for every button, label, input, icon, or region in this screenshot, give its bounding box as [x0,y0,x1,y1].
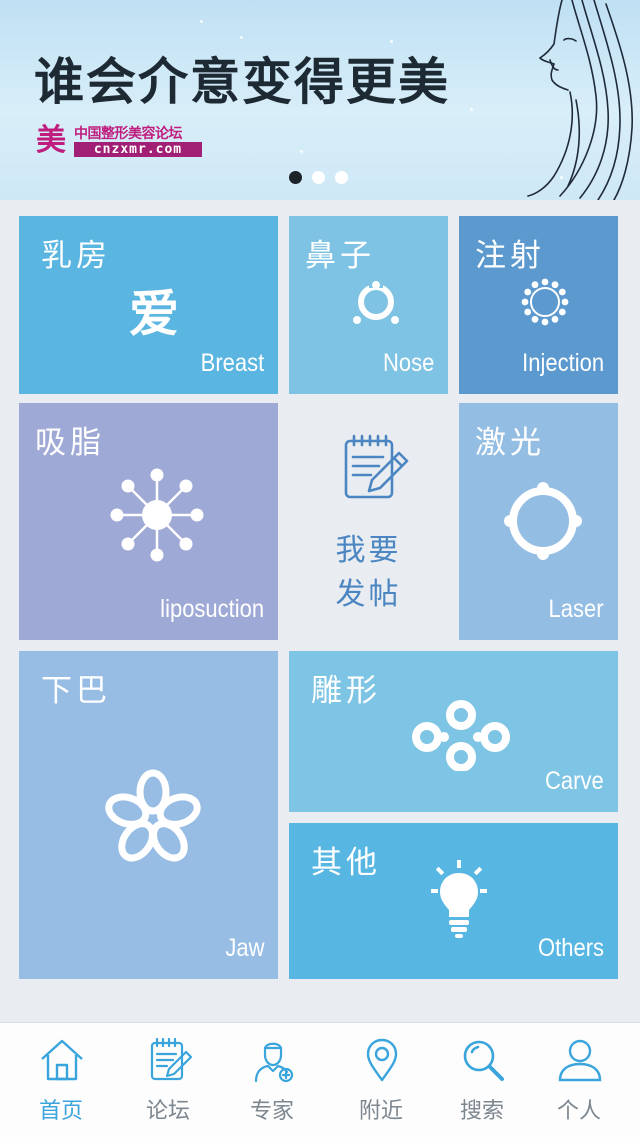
location-icon [366,1038,398,1082]
tile-chinese-label: 雕形 [311,673,381,709]
tab-label: 首页 [38,1099,83,1124]
edit-note-icon [344,434,409,499]
tile-chinese-label: 其他 [311,845,381,881]
logo-mark: 美 [36,123,66,158]
tab-nearby[interactable]: 附近 [331,1023,431,1137]
tile-english-label: Laser [548,595,604,623]
tab-label: 论坛 [145,1099,190,1124]
tile-english-label: Injection [522,349,604,377]
tab-label: 搜索 [459,1099,504,1124]
post-label-line2: 发帖 [335,577,402,612]
carousel-indicator [289,171,348,184]
tile-chinese-label: 乳房 [41,238,111,274]
tile-chinese-label: 鼻子 [305,238,375,274]
new-post-button[interactable]: 我要 发帖 [289,403,448,640]
tab-label: 附近 [358,1099,403,1124]
sparkle [240,36,243,39]
tab-profile[interactable]: 个人 [529,1023,629,1137]
tile-english-label: Carve [545,767,604,795]
tab-search[interactable]: 搜索 [432,1023,532,1137]
search-icon [463,1040,504,1081]
tab-expert[interactable]: 专家 [222,1023,322,1137]
sparkle [200,20,203,23]
tile-chinese-label: 吸脂 [35,425,105,461]
laser-target-icon [504,482,582,560]
forum-note-icon [150,1037,192,1081]
category-tile-breast[interactable]: 乳房 爱 Breast [19,216,278,394]
tile-chinese-label: 激光 [475,425,545,461]
carve-knot-icon [412,700,510,771]
tile-english-label: Others [537,934,604,962]
liposuction-icon [110,468,204,562]
tab-home[interactable]: 首页 [11,1023,111,1137]
tile-english-label: Breast [200,349,264,377]
category-tile-injection[interactable]: 注射 Injection [459,216,618,394]
banner-carousel[interactable]: 谁会介意变得更美 美 中国整形美容论坛 cnzxmr.com [0,0,640,200]
category-tile-jaw[interactable]: 下巴 Jaw [19,651,278,979]
banner-title: 谁会介意变得更美 [34,52,450,111]
nose-icon [353,278,399,324]
love-glyph-icon: 爱 [129,284,179,343]
tile-chinese-label: 注射 [475,238,545,274]
sparkle [300,150,303,153]
tab-label: 个人 [556,1099,601,1124]
woman-profile-illustration [527,0,633,200]
flower-knot-icon [105,769,201,862]
category-tile-laser[interactable]: 激光 Laser [459,403,618,640]
home-icon [41,1039,83,1081]
tile-english-label: Nose [382,349,434,377]
bottom-tab-bar: 首页 论坛 专家 附近 搜索 个人 [0,1022,640,1137]
forum-logo: 美 中国整形美容论坛 cnzxmr.com [36,124,206,158]
tile-chinese-label: 下巴 [41,673,111,709]
logo-domain: cnzxmr.com [74,142,202,157]
logo-chinese-name: 中国整形美容论坛 [74,126,183,142]
category-tile-nose[interactable]: 鼻子 Nose [289,216,448,394]
tile-english-label: liposuction [160,595,264,623]
expert-icon [254,1042,294,1083]
post-label-line1: 我要 [335,533,402,568]
carousel-dot[interactable] [312,171,325,184]
lightbulb-icon [431,860,487,938]
category-tile-carve[interactable]: 雕形 Carve [289,651,618,812]
injection-ring-icon [521,278,569,326]
sparkle [470,108,473,111]
tile-english-label: Jaw [224,934,264,962]
tab-forum[interactable]: 论坛 [118,1023,218,1137]
carousel-dot[interactable] [289,171,302,184]
carousel-dot[interactable] [335,171,348,184]
tab-label: 专家 [249,1099,294,1124]
category-tile-others[interactable]: 其他 Others [289,823,618,979]
user-icon [558,1039,602,1082]
category-tile-liposuction[interactable]: 吸脂 liposuction [19,403,278,640]
